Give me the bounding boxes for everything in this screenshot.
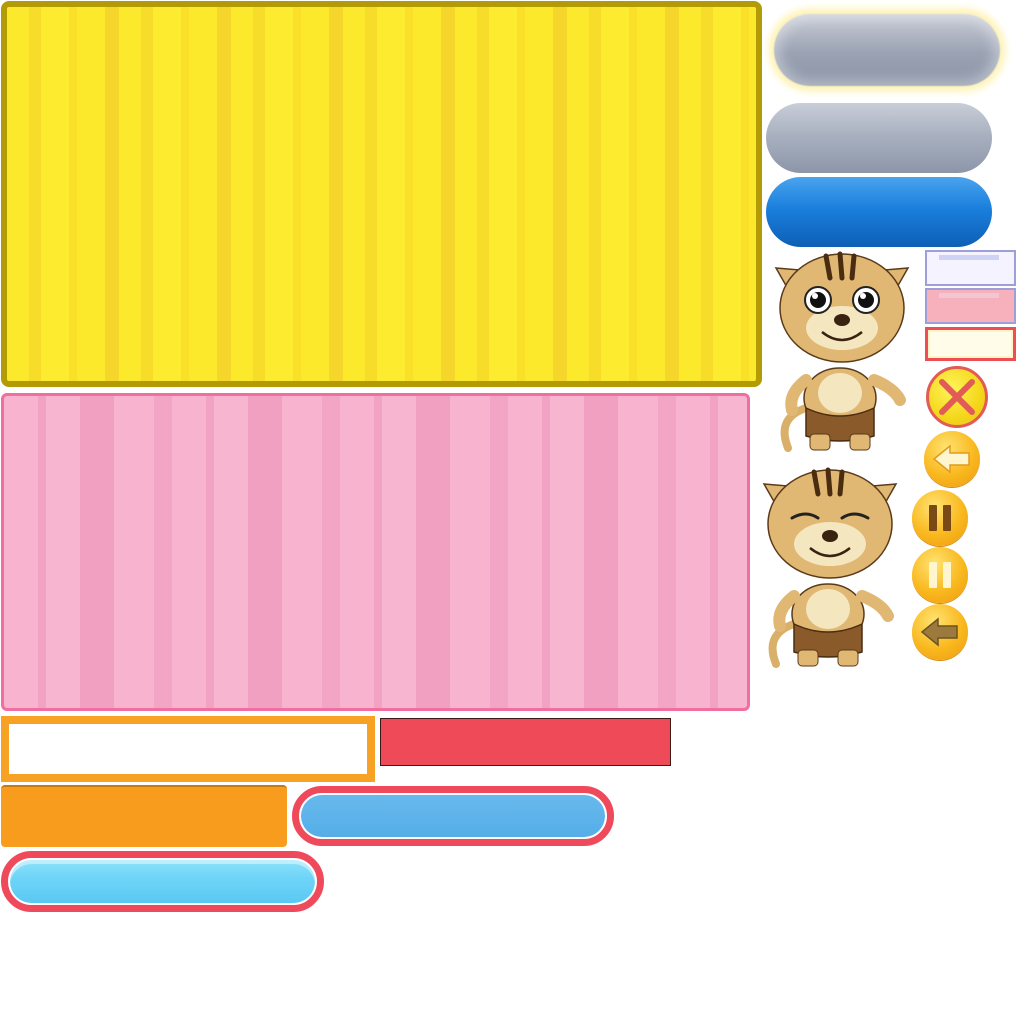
back-button[interactable] [924, 431, 980, 487]
pause-button[interactable] [912, 490, 968, 546]
back-arrow-icon [920, 617, 958, 647]
tiger-cub-closed-eyes [762, 467, 898, 668]
lavender-label-frame [925, 250, 1016, 286]
pause-icon [929, 562, 951, 588]
back-arrow-icon [932, 444, 970, 474]
close-button[interactable] [926, 366, 988, 428]
cream-input-frame [925, 327, 1016, 361]
cyan-progress-pill [1, 851, 324, 912]
pause-icon [929, 505, 951, 531]
cyan-pill-fill [10, 860, 315, 903]
blue-progress-pill [292, 786, 614, 846]
yellow-striped-panel [1, 1, 762, 387]
gray-pill-button[interactable] [766, 103, 992, 173]
pause-button-light[interactable] [912, 547, 968, 603]
red-bar [380, 718, 671, 766]
pink-label-frame [925, 288, 1016, 324]
blue-pill-fill [301, 795, 605, 837]
close-icon [939, 379, 975, 415]
orange-bordered-input-bar [1, 716, 375, 782]
blue-pill-button[interactable] [766, 177, 992, 247]
gray-pill-button-highlighted[interactable] [774, 14, 1000, 86]
orange-bar [1, 785, 287, 847]
back-button-dark[interactable] [912, 604, 968, 660]
tiger-cub-open-eyes [774, 251, 910, 452]
pink-striped-panel [1, 393, 750, 711]
